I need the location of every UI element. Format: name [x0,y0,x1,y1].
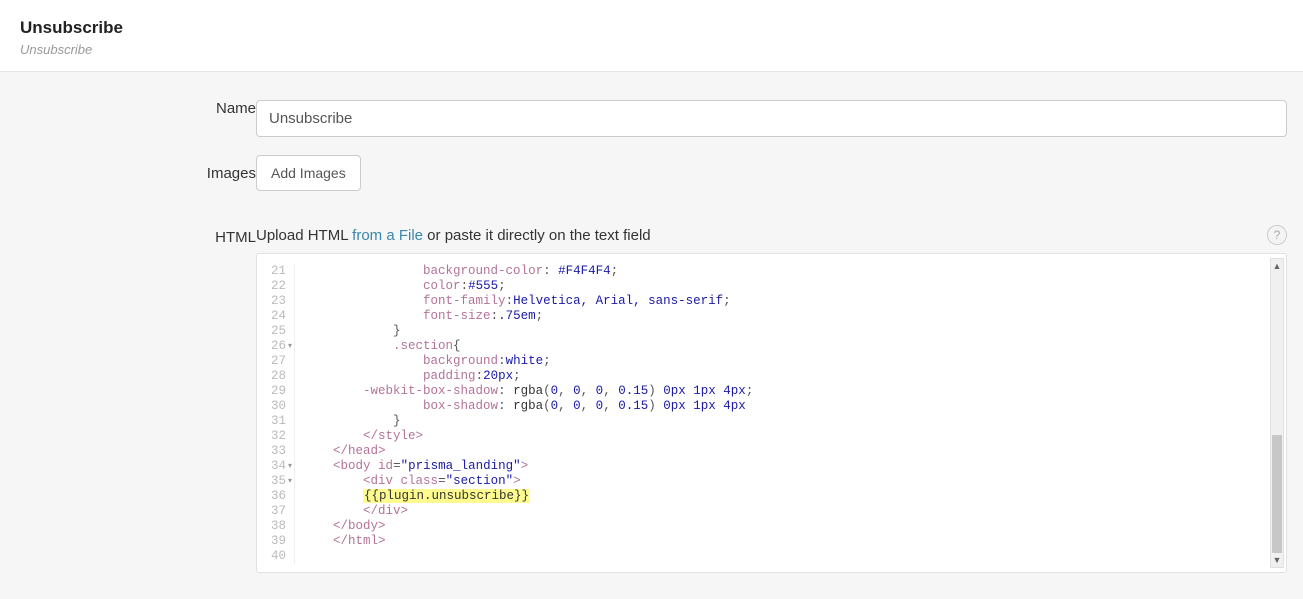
editor-gutter: 212223242526▾2728293031323334▾35▾3637383… [257,264,295,564]
upload-from-file-link[interactable]: from a File [352,227,423,244]
form-content: Name Images Add Images HTML Upload HTML … [0,72,1303,599]
page-title: Unsubscribe [20,18,1283,38]
editor-scrollbar[interactable]: ▲ ▼ [1270,258,1284,568]
page-subtitle: Unsubscribe [20,42,1283,57]
scroll-down-icon[interactable]: ▼ [1271,553,1283,567]
code-editor[interactable]: 212223242526▾2728293031323334▾35▾3637383… [256,253,1287,573]
name-label: Name [16,94,256,143]
add-images-button[interactable]: Add Images [256,155,361,191]
upload-prefix: Upload HTML [256,227,352,244]
help-icon[interactable]: ? [1267,225,1287,245]
form-table: Name Images Add Images HTML Upload HTML … [16,94,1287,579]
upload-suffix: or paste it directly on the text field [423,227,651,244]
page-header: Unsubscribe Unsubscribe [0,0,1303,72]
scroll-up-icon[interactable]: ▲ [1271,259,1283,273]
name-input[interactable] [256,100,1287,137]
editor-code[interactable]: background-color: #F4F4F4; color:#555; f… [295,264,753,564]
scroll-thumb[interactable] [1272,435,1282,553]
html-upload-row: Upload HTML from a File or paste it dire… [256,225,1287,247]
html-label: HTML [16,197,256,579]
images-label: Images [16,143,256,197]
